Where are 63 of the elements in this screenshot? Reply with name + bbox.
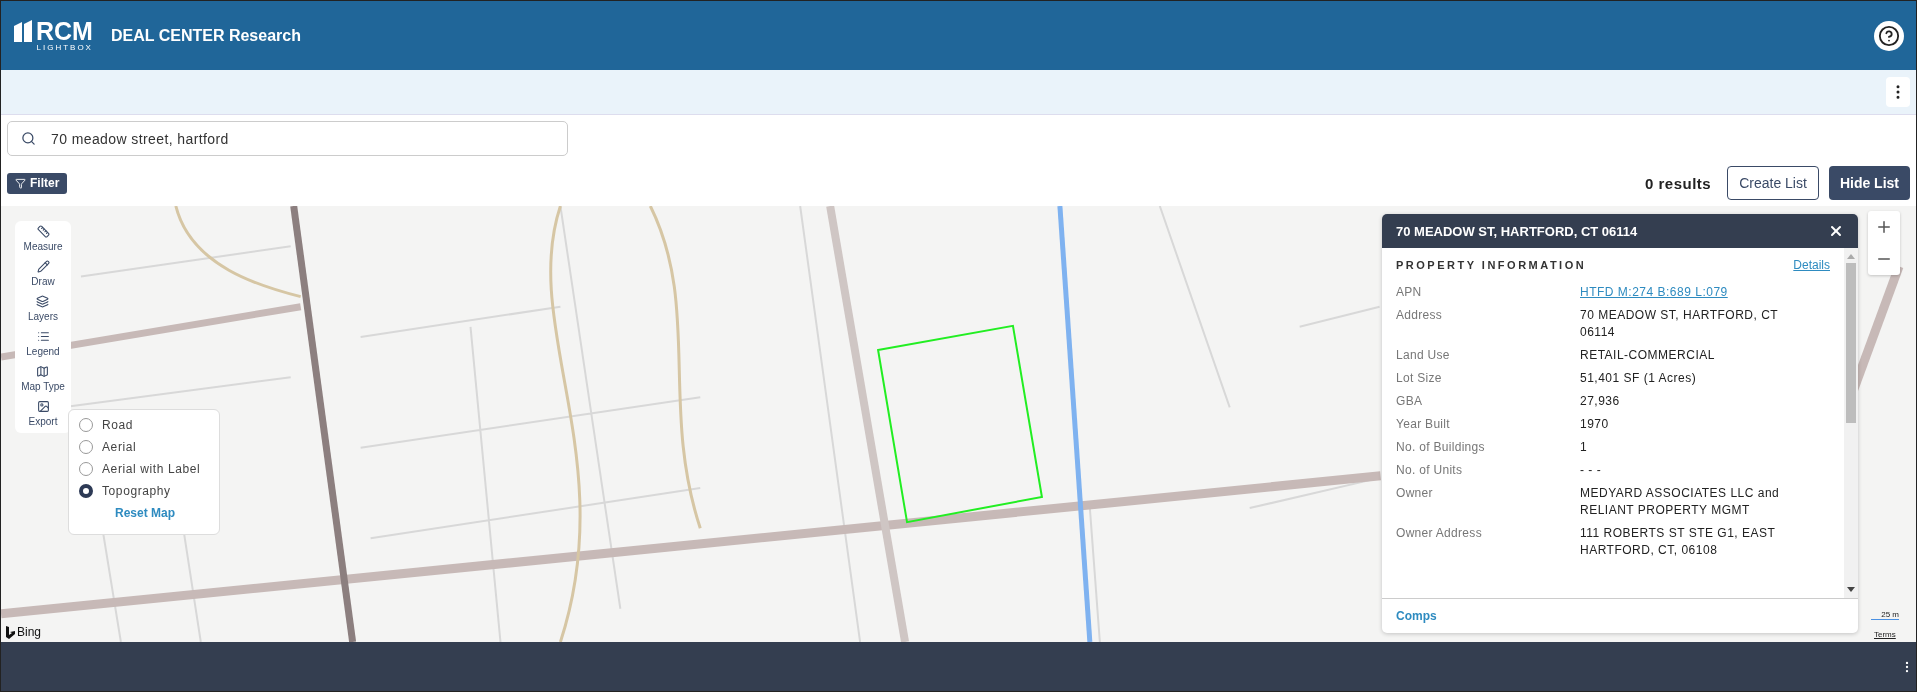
filter-icon bbox=[15, 177, 26, 189]
map-provider: Bing bbox=[17, 625, 42, 639]
list-icon bbox=[36, 330, 50, 343]
map-tool-button[interactable]: Layers bbox=[28, 295, 58, 322]
bing-logo-icon bbox=[6, 625, 15, 639]
map-tool-button[interactable]: Legend bbox=[26, 330, 60, 357]
field-label: Owner bbox=[1396, 485, 1434, 502]
field-label: APN bbox=[1396, 284, 1423, 301]
map-tool-button[interactable]: Draw bbox=[31, 260, 55, 287]
rcm-logo: RCM LIGHTBOX bbox=[13, 18, 93, 53]
field-value: 70 MEADOW ST, HARTFORD, CT 06114 bbox=[1580, 307, 1779, 341]
field-label: Owner Address bbox=[1396, 525, 1483, 542]
results-count: 0 results bbox=[1644, 174, 1712, 192]
panel-title: 70 MEADOW ST, HARTFORD, CT 06114 bbox=[1396, 223, 1638, 239]
terms-link[interactable]: Terms bbox=[1874, 630, 1896, 639]
radio-button[interactable] bbox=[79, 418, 93, 432]
field-value: 111 ROBERTS ST STE G1, EAST HARTFORD, CT, 06108 bbox=[1580, 525, 1777, 559]
field-link[interactable]: HTFD M:274 B:689 L:079 bbox=[1580, 284, 1728, 301]
field-label: No. of Units bbox=[1396, 462, 1464, 479]
filter-button[interactable]: Filter bbox=[7, 172, 68, 194]
field-label: Year Built bbox=[1396, 416, 1451, 433]
map-tool-button[interactable]: Measure bbox=[23, 225, 63, 252]
search-icon bbox=[21, 131, 36, 146]
field-label: Land Use bbox=[1396, 347, 1451, 364]
field-value: RETAIL-COMMERCIAL bbox=[1580, 347, 1716, 364]
scroll-up-icon[interactable] bbox=[1847, 254, 1855, 259]
hide-list-button[interactable]: Hide List bbox=[1828, 166, 1910, 200]
map-type-option[interactable]: Aerial with Label bbox=[79, 462, 211, 476]
close-icon[interactable] bbox=[1828, 223, 1844, 239]
image-icon bbox=[36, 400, 50, 413]
map-tool-button[interactable]: Export bbox=[28, 400, 58, 427]
map-icon bbox=[36, 365, 50, 378]
field-label: Lot Size bbox=[1396, 370, 1443, 387]
field-value: 1 bbox=[1580, 439, 1589, 456]
reset-map-link[interactable]: Reset Map bbox=[115, 506, 175, 520]
scroll-down-icon[interactable] bbox=[1847, 587, 1855, 592]
layers-icon bbox=[36, 295, 50, 308]
field-value: MEDYARD ASSOCIATES LLC and RELIANT PROPERTY MGMT bbox=[1580, 485, 1781, 519]
search-field[interactable]: 70 meadow street, hartford bbox=[7, 121, 568, 156]
scale-bar: 25 m bbox=[1871, 610, 1899, 620]
field-value: 27,936 bbox=[1580, 393, 1621, 410]
field-value: 1970 bbox=[1580, 416, 1610, 433]
radio-button[interactable] bbox=[79, 462, 93, 476]
pencil-icon bbox=[36, 260, 50, 273]
radio-button[interactable] bbox=[79, 484, 93, 498]
details-link[interactable]: Details bbox=[1793, 258, 1830, 272]
map-tool-button[interactable]: Map Type bbox=[21, 365, 65, 392]
field-value: 51,401 SF (1 Acres) bbox=[1580, 370, 1698, 387]
map-type-option[interactable]: Road bbox=[79, 418, 211, 432]
section-title: PROPERTY INFORMATION bbox=[1396, 259, 1587, 271]
field-value: - - - bbox=[1580, 462, 1603, 479]
map-type-option[interactable]: Aerial bbox=[79, 440, 211, 454]
field-label: Address bbox=[1396, 307, 1444, 324]
comps-link[interactable]: Comps bbox=[1396, 609, 1437, 623]
create-list-button[interactable]: Create List bbox=[1727, 166, 1819, 200]
radio-button[interactable] bbox=[79, 440, 93, 454]
field-label: GBA bbox=[1396, 393, 1424, 410]
scrollbar[interactable] bbox=[1844, 248, 1858, 598]
map-type-option[interactable]: Topography bbox=[79, 484, 211, 498]
help-icon[interactable] bbox=[1874, 20, 1904, 51]
ruler-icon bbox=[36, 225, 50, 238]
field-label: No. of Buildings bbox=[1396, 439, 1486, 456]
app-title: DEAL CENTER Research bbox=[110, 26, 302, 45]
